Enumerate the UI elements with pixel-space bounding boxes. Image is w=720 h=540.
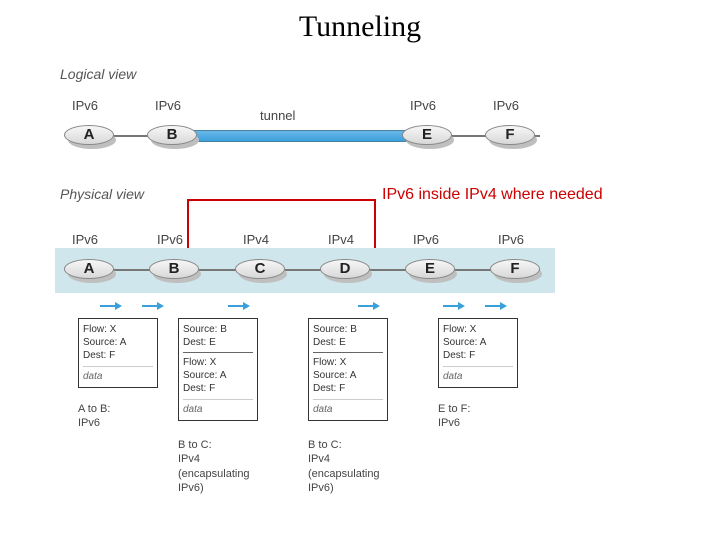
caption-ef: E to F: IPv6: [438, 402, 470, 431]
node-logical-a: A: [64, 125, 112, 153]
packet-bc2: Source: B Dest: E Flow: X Source: A Dest…: [308, 318, 388, 421]
caption-bc: B to C: IPv4 (encapsulating IPv6): [178, 438, 250, 495]
node-letter: D: [320, 259, 370, 279]
proto-logical-e: IPv6: [410, 98, 436, 113]
node-letter: A: [64, 125, 114, 145]
packet-outer-dst: Dest: E: [183, 336, 253, 349]
packet-outer-src: Source: B: [313, 323, 383, 336]
node-logical-f: F: [485, 125, 533, 153]
arrow-icon: [228, 297, 250, 305]
caption-line: IPv6): [178, 481, 250, 495]
label-logical-view: Logical view: [60, 66, 136, 82]
node-letter: F: [485, 125, 535, 145]
arrow-icon: [358, 297, 380, 305]
proto-physical-f: IPv6: [498, 232, 524, 247]
caption-line: IPv4: [308, 452, 380, 466]
caption-bc2: B to C: IPv4 (encapsulating IPv6): [308, 438, 380, 495]
proto-logical-b: IPv6: [155, 98, 181, 113]
packet-data: data: [313, 399, 383, 416]
caption-line: IPv6: [78, 416, 110, 430]
caption-line: IPv6: [438, 416, 470, 430]
packet-data: data: [83, 366, 153, 383]
node-physical-d: D: [320, 259, 368, 287]
packet-inner-dst: Dest: F: [313, 382, 383, 395]
packet-inner-dst: Dest: F: [183, 382, 253, 395]
annotation-text: IPv6 inside IPv4 where needed: [382, 186, 603, 204]
proto-physical-d: IPv4: [328, 232, 354, 247]
node-letter: E: [402, 125, 452, 145]
packet-ab: Flow: X Source: A Dest: F data: [78, 318, 158, 388]
node-letter: E: [405, 259, 455, 279]
caption-line: A to B:: [78, 402, 110, 416]
caption-line: B to C:: [308, 438, 380, 452]
caption-line: B to C:: [178, 438, 250, 452]
caption-ab: A to B: IPv6: [78, 402, 110, 431]
caption-line: IPv6): [308, 481, 380, 495]
packet-flow: Flow: X: [443, 323, 513, 336]
proto-physical-e: IPv6: [413, 232, 439, 247]
arrow-icon: [443, 297, 465, 305]
packet-src: Source: A: [443, 336, 513, 349]
label-physical-view: Physical view: [60, 186, 144, 202]
packet-outer-dst: Dest: E: [313, 336, 383, 349]
node-letter: C: [235, 259, 285, 279]
packet-data: data: [183, 399, 253, 416]
arrow-icon: [100, 297, 122, 305]
caption-line: (encapsulating: [308, 467, 380, 481]
node-physical-e: E: [405, 259, 453, 287]
packet-dst: Dest: F: [443, 349, 513, 362]
node-physical-a: A: [64, 259, 112, 287]
proto-logical-a: IPv6: [72, 98, 98, 113]
packet-dst: Dest: F: [83, 349, 153, 362]
proto-physical-b: IPv6: [157, 232, 183, 247]
packet-bc: Source: B Dest: E Flow: X Source: A Dest…: [178, 318, 258, 421]
packet-data: data: [443, 366, 513, 383]
node-letter: B: [149, 259, 199, 279]
node-logical-e: E: [402, 125, 450, 153]
packet-inner-flow: Flow: X: [183, 356, 253, 369]
proto-logical-f: IPv6: [493, 98, 519, 113]
node-letter: B: [147, 125, 197, 145]
node-letter: F: [490, 259, 540, 279]
proto-physical-c: IPv4: [243, 232, 269, 247]
tunnel-graphic: [180, 130, 422, 142]
node-physical-c: C: [235, 259, 283, 287]
caption-line: IPv4: [178, 452, 250, 466]
tunnel-label: tunnel: [260, 108, 295, 123]
packet-inner-src: Source: A: [183, 369, 253, 382]
packet-outer-src: Source: B: [183, 323, 253, 336]
arrow-icon: [142, 297, 164, 305]
proto-physical-a: IPv6: [72, 232, 98, 247]
packet-ef: Flow: X Source: A Dest: F data: [438, 318, 518, 388]
node-physical-b: B: [149, 259, 197, 287]
caption-line: (encapsulating: [178, 467, 250, 481]
page-title: Tunneling: [0, 0, 720, 44]
arrow-icon: [485, 297, 507, 305]
packet-flow: Flow: X: [83, 323, 153, 336]
node-letter: A: [64, 259, 114, 279]
packet-src: Source: A: [83, 336, 153, 349]
node-logical-b: B: [147, 125, 195, 153]
packet-inner-flow: Flow: X: [313, 356, 383, 369]
caption-line: E to F:: [438, 402, 470, 416]
node-physical-f: F: [490, 259, 538, 287]
packet-inner-src: Source: A: [313, 369, 383, 382]
